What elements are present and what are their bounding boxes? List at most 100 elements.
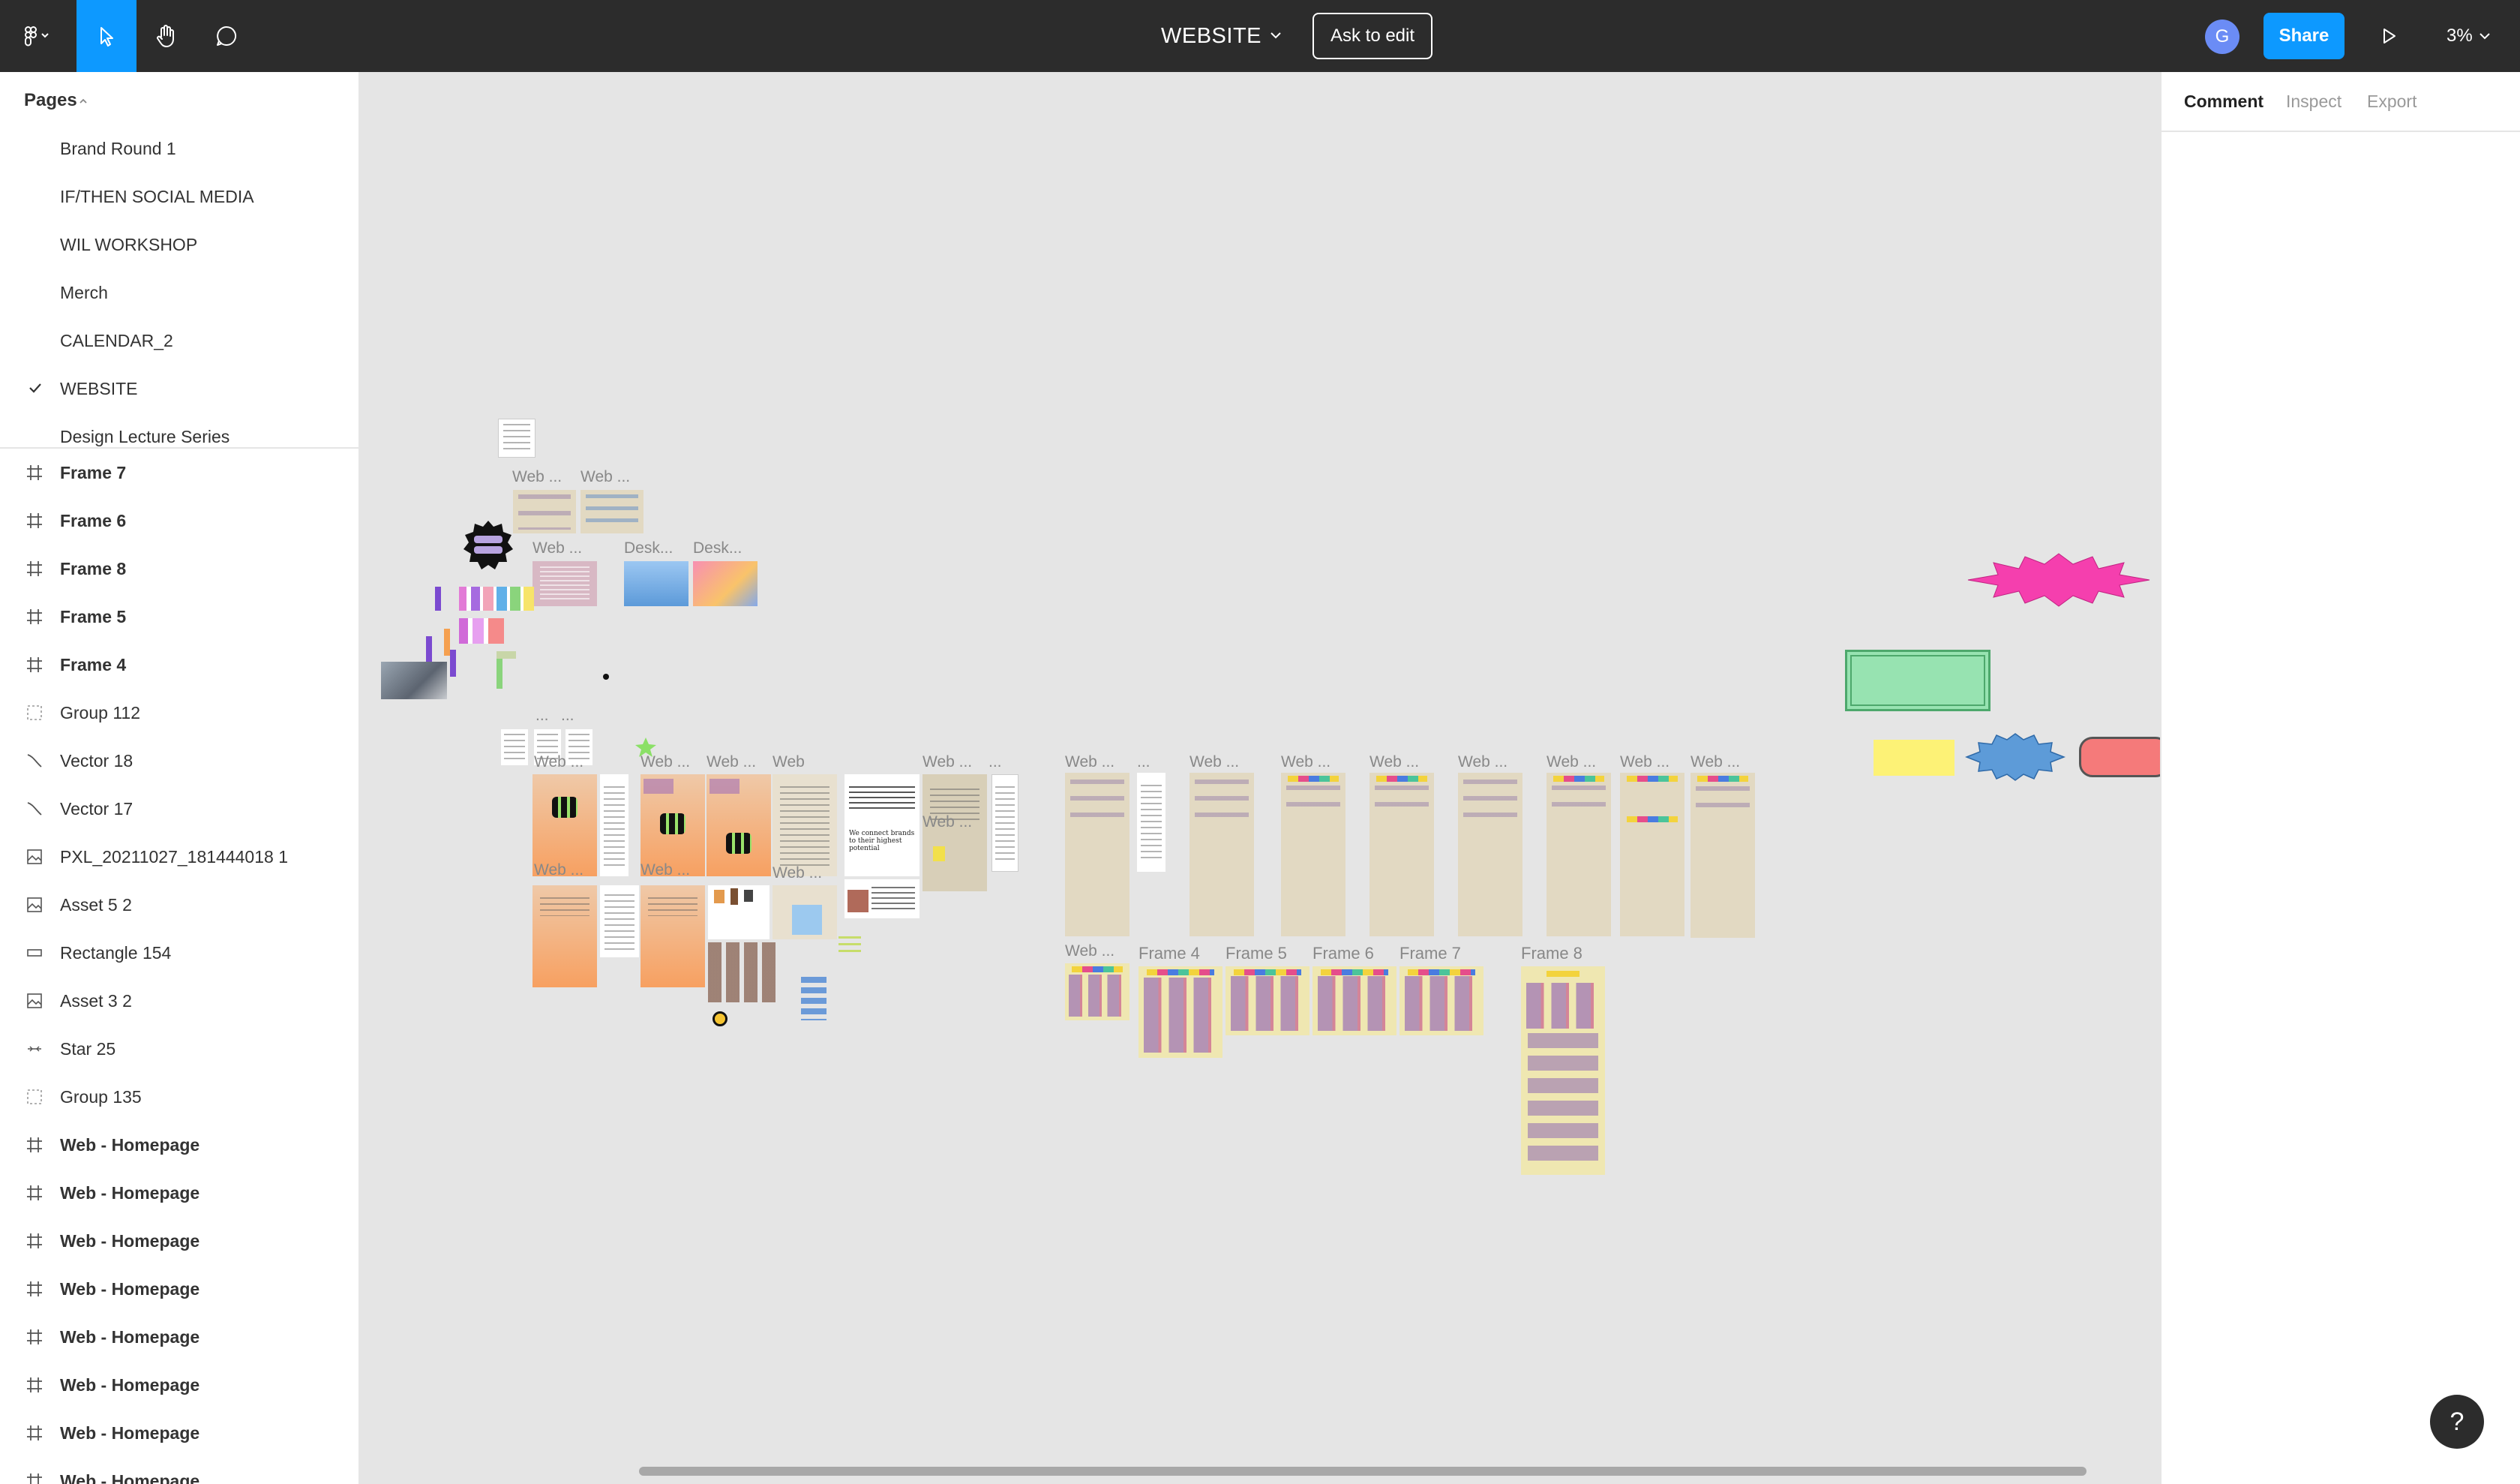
canvas-frame[interactable] <box>600 774 628 876</box>
canvas-frame[interactable] <box>1690 773 1755 938</box>
frame-label[interactable]: Desk... <box>693 539 742 557</box>
canvas-frame[interactable] <box>922 774 987 891</box>
canvas-frame[interactable] <box>1065 963 1130 1020</box>
layer-item[interactable]: Web - Homepage <box>0 1217 358 1265</box>
canvas-frame[interactable] <box>532 885 597 987</box>
canvas-frame[interactable] <box>1281 773 1346 936</box>
frame-label[interactable]: Web ... <box>1065 753 1114 771</box>
canvas-frame[interactable]: We connect brands to their highest poten… <box>844 774 920 876</box>
frame-label[interactable]: Web ... <box>706 753 756 771</box>
canvas-frame[interactable] <box>1065 773 1130 936</box>
layer-item[interactable]: Web - Homepage <box>0 1121 358 1169</box>
layer-item[interactable]: Group 112 <box>0 689 358 737</box>
canvas-frame[interactable] <box>772 774 837 876</box>
frame-label[interactable]: Web ... <box>1190 753 1239 771</box>
color-swatch[interactable] <box>426 636 432 663</box>
dot-shape[interactable] <box>603 674 609 680</box>
frame-label[interactable]: Web ... <box>1281 753 1330 771</box>
canvas-frame[interactable] <box>624 561 688 606</box>
page-item[interactable]: Brand Round 1 <box>0 125 358 173</box>
canvas-frame[interactable] <box>1226 966 1310 1035</box>
frame-label[interactable]: Web ... <box>512 468 562 486</box>
tab-export[interactable]: Export <box>2367 92 2416 112</box>
chevron-down-icon[interactable] <box>1268 27 1284 44</box>
frame-label[interactable]: ... <box>561 707 574 725</box>
layer-item[interactable]: Web - Homepage <box>0 1169 358 1217</box>
page-item[interactable]: CALENDAR_2 <box>0 317 358 365</box>
color-swatch[interactable] <box>459 587 534 611</box>
layer-item[interactable]: Vector 18 <box>0 737 358 785</box>
green-rectangle[interactable] <box>1845 650 1990 711</box>
canvas-frame[interactable] <box>1312 966 1396 1035</box>
layer-item[interactable]: Web - Homepage <box>0 1457 358 1484</box>
frame-label[interactable]: Desk... <box>624 539 673 557</box>
emoji-sticker[interactable] <box>712 1011 728 1026</box>
canvas-frame[interactable] <box>693 561 758 606</box>
layer-item[interactable]: PXL_20211027_181444018 1 <box>0 833 358 881</box>
frame-label[interactable]: Frame 4 <box>1138 944 1200 963</box>
frame-label[interactable]: Frame 5 <box>1226 944 1287 963</box>
frame-label[interactable]: Frame 8 <box>1521 944 1582 963</box>
canvas-frame[interactable] <box>1138 966 1222 1058</box>
photo-image[interactable] <box>381 662 447 699</box>
frame-label[interactable]: Web ... <box>1458 753 1508 771</box>
tab-comment[interactable]: Comment <box>2184 92 2264 112</box>
help-button[interactable]: ? <box>2430 1395 2484 1449</box>
canvas-frame[interactable] <box>992 774 1018 872</box>
frame-label[interactable]: ... <box>536 707 549 725</box>
frame-label[interactable]: Web ... <box>534 753 584 771</box>
chevron-up-icon[interactable] <box>78 96 88 107</box>
frame-label[interactable]: ... <box>1137 753 1150 771</box>
layer-item[interactable]: Web - Homepage <box>0 1361 358 1409</box>
color-swatch[interactable] <box>444 629 450 656</box>
canvas-frame[interactable] <box>498 419 536 458</box>
yellow-rectangle[interactable] <box>1874 740 1954 776</box>
design-canvas[interactable]: Web ... Web ... Web ... Desk... Desk... … <box>362 72 2160 1484</box>
photo-grid[interactable] <box>708 942 777 1002</box>
canvas-frame[interactable] <box>1458 773 1522 936</box>
layer-item[interactable]: Star 25 <box>0 1025 358 1073</box>
canvas-frame[interactable] <box>1370 773 1434 936</box>
canvas-frame[interactable] <box>708 885 770 939</box>
canvas-frame[interactable] <box>1546 773 1611 936</box>
coral-pill-shape[interactable] <box>2079 737 2160 777</box>
tab-inspect[interactable]: Inspect <box>2286 92 2342 112</box>
canvas-frame[interactable] <box>600 885 639 957</box>
page-item[interactable]: WIL WORKSHOP <box>0 221 358 269</box>
page-item[interactable]: Merch <box>0 269 358 317</box>
layer-item[interactable]: Asset 3 2 <box>0 977 358 1025</box>
ask-to-edit-button[interactable]: Ask to edit <box>1312 13 1432 59</box>
horizontal-scrollbar[interactable] <box>639 1467 2086 1476</box>
frame-label[interactable]: ... <box>988 753 1002 771</box>
color-swatch[interactable] <box>435 587 441 611</box>
canvas-frame[interactable] <box>1137 773 1166 872</box>
color-swatch[interactable] <box>459 618 504 644</box>
layer-item[interactable]: Rectangle 154 <box>0 929 358 977</box>
canvas-frame[interactable] <box>1521 966 1605 1175</box>
pink-star-shape[interactable] <box>1966 552 2151 608</box>
canvas-frame[interactable] <box>706 774 771 876</box>
pages-header[interactable]: Pages <box>24 90 77 111</box>
canvas-frame[interactable] <box>1190 773 1254 936</box>
canvas-frame[interactable] <box>501 729 528 765</box>
page-item[interactable]: WEBSITE <box>0 365 358 413</box>
canvas-frame[interactable] <box>580 490 644 533</box>
frame-label[interactable]: Frame 6 <box>1312 944 1374 963</box>
layer-item[interactable]: Web - Homepage <box>0 1409 358 1457</box>
hand-tool-button[interactable] <box>136 0 196 72</box>
layer-item[interactable]: Frame 7 <box>0 449 358 497</box>
zoom-menu[interactable]: 3% <box>2446 0 2492 72</box>
frame-label[interactable]: Web ... <box>640 753 690 771</box>
comment-tool-button[interactable] <box>196 0 256 72</box>
canvas-frame[interactable] <box>532 561 597 606</box>
file-name[interactable]: WEBSITE <box>1161 0 1262 72</box>
frame-label[interactable]: Web ... <box>580 468 630 486</box>
shape-group[interactable] <box>801 977 826 1020</box>
layer-item[interactable]: Frame 8 <box>0 545 358 593</box>
frame-label[interactable]: Web ... <box>1620 753 1670 771</box>
frame-label[interactable]: Web ... <box>1690 753 1740 771</box>
color-swatch[interactable] <box>496 651 516 659</box>
layer-item[interactable]: Web - Homepage <box>0 1265 358 1313</box>
user-avatar[interactable]: G <box>2205 20 2240 54</box>
layer-item[interactable]: Frame 4 <box>0 641 358 689</box>
